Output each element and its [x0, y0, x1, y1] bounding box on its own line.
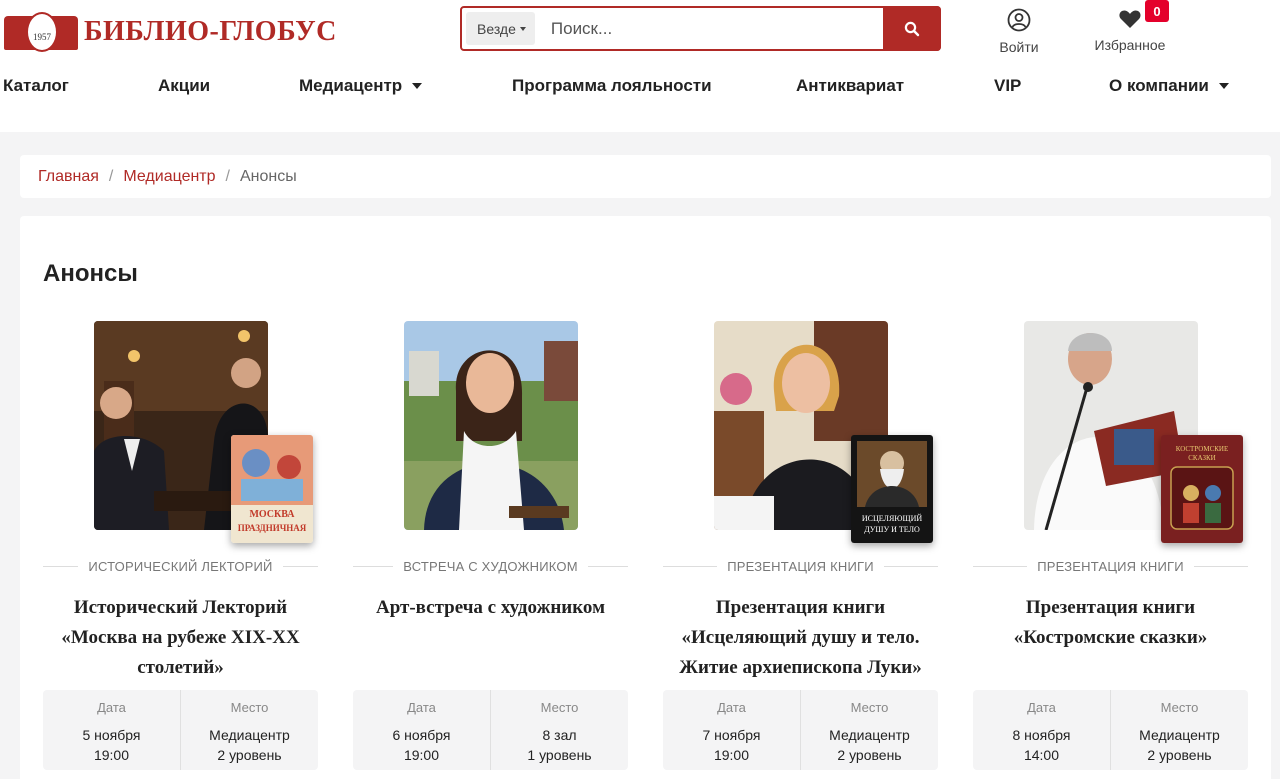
svg-text:КОСТРОМСКИЕ: КОСТРОМСКИЕ	[1176, 445, 1229, 453]
event-date: Дата 6 ноября 19:00	[392, 700, 451, 763]
favorites-label: Избранное	[1094, 37, 1166, 53]
event-image[interactable]: МОСКВА ПРАЗДНИЧНАЯ	[43, 321, 318, 543]
logo-emblem: 1957	[4, 12, 78, 52]
event-title[interactable]: Презентация книги «Костромские сказки»	[973, 593, 1248, 653]
event-place: Место Медиацентр 2 уровень	[180, 690, 318, 770]
event-category: ПРЕЗЕНТАЦИЯ КНИГИ	[663, 559, 939, 574]
book-cover: КОСТРОМСКИЕ СКАЗКИ	[1161, 435, 1243, 543]
main-nav: Каталог Акции Медиацентр Программа лояль…	[0, 76, 1280, 100]
event-place: Место Медиацентр 2 уровень	[1110, 690, 1248, 770]
event-category: ИСТОРИЧЕСКИЙ ЛЕКТОРИЙ	[43, 559, 318, 574]
event-info: Дата 8 ноября 14:00 Место Медиацентр 2 уро…	[973, 690, 1248, 770]
nav-item-loyalty[interactable]: Программа лояльности	[512, 76, 712, 96]
event-image[interactable]: КОСТРОМСКИЕ СКАЗКИ	[973, 321, 1248, 543]
nav-item-antiques[interactable]: Антиквариат	[796, 76, 904, 96]
logo-year: 1957	[26, 12, 58, 52]
page-title: Анонсы	[43, 260, 138, 287]
event-photo	[404, 321, 578, 530]
favorites-count-badge: 0	[1145, 0, 1169, 22]
event-info: Дата 6 ноября 19:00 Место 8 зал 1 уровень	[353, 690, 628, 770]
search-input[interactable]	[550, 18, 851, 39]
book-cover: МОСКВА ПРАЗДНИЧНАЯ	[231, 435, 313, 543]
event-card[interactable]: ИСЦЕЛЯЮЩИЙ ДУШУ И ТЕЛО ПРЕЗЕНТАЦИЯ КНИГИ…	[663, 321, 939, 770]
event-category: ПРЕЗЕНТАЦИЯ КНИГИ	[973, 559, 1249, 574]
login-button[interactable]: Войти	[990, 8, 1048, 55]
event-info: Дата 7 ноября 19:00 Место Медиацентр 2 уро…	[663, 690, 938, 770]
breadcrumb-separator: /	[108, 167, 114, 185]
event-image[interactable]: ИСЦЕЛЯЮЩИЙ ДУШУ И ТЕЛО	[663, 321, 938, 543]
nav-item-promotions[interactable]: Акции	[158, 76, 210, 96]
event-place: Место 8 зал 1 уровень	[490, 690, 628, 770]
event-title[interactable]: Арт-встреча с художником	[353, 593, 628, 623]
login-label: Войти	[999, 39, 1039, 55]
event-place: Место Медиацентр 2 уровень	[800, 690, 938, 770]
search-icon	[904, 21, 920, 36]
event-title[interactable]: Исторический Лекторий «Москва на рубеже …	[43, 593, 318, 683]
nav-item-catalog[interactable]: Каталог	[3, 76, 69, 96]
user-icon	[1007, 8, 1031, 32]
search-scope-label: Везде	[477, 20, 516, 37]
site-header: 1957 БИБЛИО-ГЛОБУС Везде Войти 0 Избранн	[0, 0, 1280, 132]
logo-text: БИБЛИО-ГЛОБУС	[84, 16, 337, 47]
event-card[interactable]: КОСТРОМСКИЕ СКАЗКИ ПРЕЗЕНТАЦИЯ КНИГИ Пре…	[973, 321, 1249, 770]
breadcrumb: Главная / Медиацентр / Анонсы	[20, 155, 1271, 198]
breadcrumb-home-link[interactable]: Главная	[38, 168, 99, 186]
event-category: ВСТРЕЧА С ХУДОЖНИКОМ	[353, 559, 629, 574]
chevron-down-icon	[412, 83, 423, 89]
search-button[interactable]	[883, 6, 941, 51]
chevron-down-icon	[519, 26, 526, 31]
breadcrumb-separator: /	[225, 167, 230, 185]
breadcrumb-current: Анонсы	[239, 167, 297, 185]
event-image[interactable]	[353, 321, 628, 543]
chevron-down-icon	[1218, 83, 1229, 89]
svg-text:МОСКВА: МОСКВА	[249, 509, 295, 520]
svg-text:ПРАЗДНИЧНАЯ: ПРАЗДНИЧНАЯ	[238, 523, 307, 533]
event-info: Дата 5 ноября 19:00 Место Медиацентр 2 уро…	[43, 690, 318, 770]
event-card[interactable]: ВСТРЕЧА С ХУДОЖНИКОМ Арт-встреча с худож…	[353, 321, 629, 770]
event-date: Дата 8 ноября 14:00	[1012, 700, 1071, 763]
svg-text:СКАЗКИ: СКАЗКИ	[1188, 454, 1215, 462]
event-date: Дата 7 ноября 19:00	[702, 700, 761, 763]
favorites-button[interactable]: 0 Избранное	[1085, 0, 1175, 53]
event-date: Дата 5 ноября 19:00	[82, 700, 141, 763]
breadcrumb-section-link[interactable]: Медиацентр	[123, 168, 215, 186]
heart-icon	[1119, 10, 1141, 28]
search-bar: Везде	[460, 6, 941, 51]
site-logo[interactable]: 1957 БИБЛИО-ГЛОБУС	[4, 12, 337, 52]
announcements-panel: Анонсы МОСКВА ПРАЗДНИЧНАЯ ИСТОРИЧЕСКИЙ Л…	[20, 216, 1271, 779]
book-cover: ИСЦЕЛЯЮЩИЙ ДУШУ И ТЕЛО	[851, 435, 933, 543]
svg-text:ДУШУ И ТЕЛО: ДУШУ И ТЕЛО	[864, 525, 920, 534]
nav-item-vip[interactable]: VIP	[994, 76, 1021, 96]
svg-text:ИСЦЕЛЯЮЩИЙ: ИСЦЕЛЯЮЩИЙ	[862, 514, 923, 523]
nav-item-about[interactable]: О компании	[1109, 76, 1229, 96]
nav-item-mediacenter[interactable]: Медиацентр	[299, 76, 423, 96]
search-scope-select[interactable]: Везде	[466, 12, 535, 45]
event-title[interactable]: Презентация книги «Исцеляющий душу и тел…	[663, 593, 938, 683]
event-card[interactable]: МОСКВА ПРАЗДНИЧНАЯ ИСТОРИЧЕСКИЙ ЛЕКТОРИЙ…	[43, 321, 318, 770]
